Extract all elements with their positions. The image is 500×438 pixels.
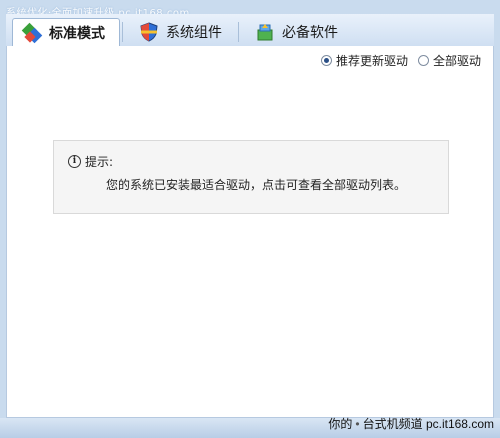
notice-title: 提示: [85, 155, 114, 169]
tab-bar: 标准模式 系统组件 必备软件 [6, 14, 494, 47]
tab-label: 标准模式 [49, 26, 105, 42]
notice-message[interactable]: 您的系统已安装最适合驱动，点击可查看全部驱动列表。 [106, 176, 406, 193]
recommended-drivers-radio[interactable] [320, 55, 332, 66]
standard-mode-icon [21, 22, 43, 44]
tab-label: 必备软件 [282, 25, 338, 41]
software-package-icon [254, 21, 276, 43]
driver-filter-options: 推荐更新驱动 全部驱动 [320, 52, 487, 69]
tab-standard-mode[interactable]: 标准模式 [12, 18, 120, 47]
tab-essential-software[interactable]: 必备软件 [246, 18, 356, 46]
watermark-site: pc.it168.com [425, 417, 494, 431]
recommended-drivers-label[interactable]: 推荐更新驱动 [336, 52, 408, 69]
bottom-watermark: 你的 • 台式机频道 pc.it168.com [328, 415, 494, 432]
all-drivers-radio[interactable] [417, 55, 429, 66]
tab-system-components[interactable]: 系统组件 [130, 18, 234, 46]
tab-divider [238, 22, 239, 42]
tab-divider [122, 22, 123, 42]
notice-box: i 提示: 您的系统已安装最适合驱动，点击可查看全部驱动列表。 [53, 140, 449, 214]
notice-header: i 提示: [68, 153, 113, 170]
watermark-dot: • [355, 417, 360, 431]
shield-icon [138, 21, 160, 43]
main-panel: 推荐更新驱动 全部驱动 i 提示: 您的系统已安装最适合驱动，点击可查看全部驱动… [6, 46, 494, 418]
all-drivers-label[interactable]: 全部驱动 [433, 52, 481, 69]
tab-label: 系统组件 [166, 25, 222, 41]
info-icon: i [68, 155, 81, 168]
watermark-part1: 你的 [328, 417, 353, 431]
watermark-part2: 台式机频道 [362, 417, 423, 431]
